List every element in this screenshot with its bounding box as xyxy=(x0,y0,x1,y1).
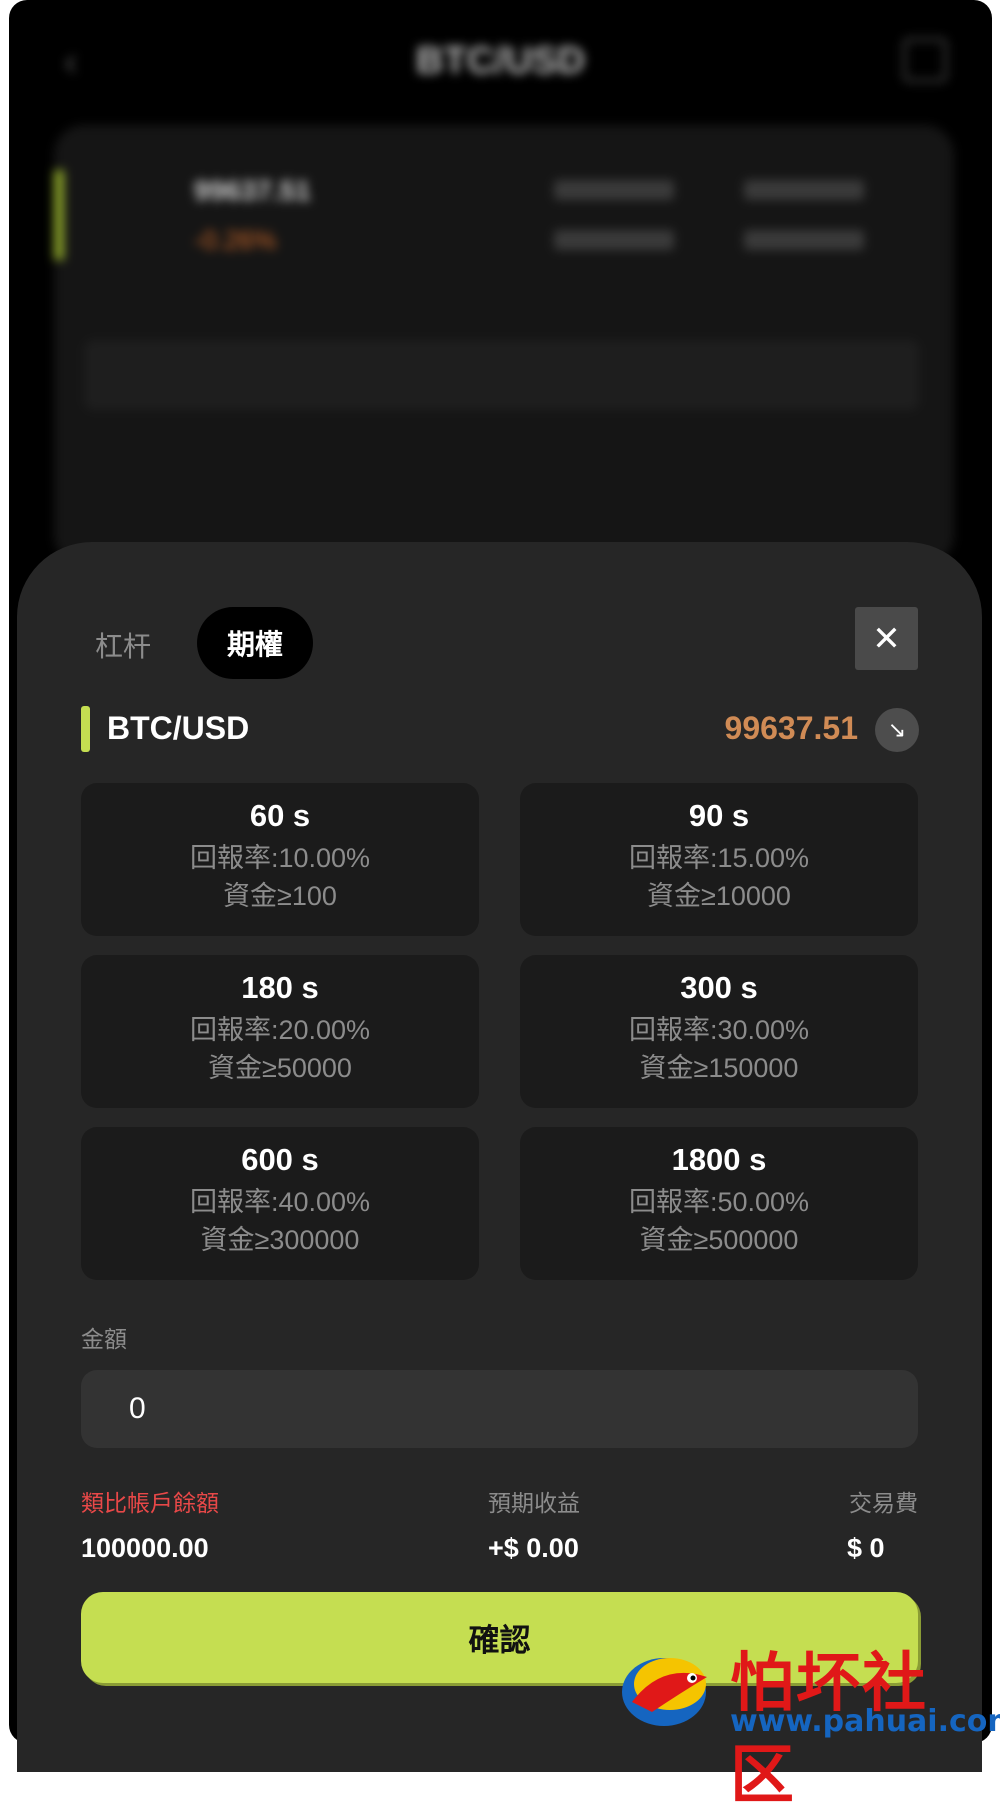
close-button[interactable]: ✕ xyxy=(855,607,918,670)
amount-label: 金額 xyxy=(81,1326,127,1352)
bg-price: 99637.51 xyxy=(194,175,311,206)
fee-label: 交易費 xyxy=(849,1490,918,1516)
bg-title: BTC/USD xyxy=(416,40,585,82)
option-duration: 180 s xyxy=(241,970,319,1005)
option-rate: 回報率:10.00% xyxy=(189,843,371,873)
option-min-fund: 資金≥100 xyxy=(223,881,337,911)
option-rate: 回報率:50.00% xyxy=(628,1187,810,1217)
bg-stat xyxy=(744,180,864,200)
option-min-fund: 資金≥300000 xyxy=(200,1225,360,1255)
option-duration: 90 s xyxy=(688,798,750,833)
bg-stat xyxy=(744,230,864,250)
close-icon: ✕ xyxy=(872,619,901,658)
home-icon xyxy=(903,38,947,82)
symbol-accent-bar xyxy=(81,706,90,752)
option-min-fund: 資金≥50000 xyxy=(208,1053,352,1083)
option-rate: 回報率:20.00% xyxy=(189,1015,371,1045)
tab-option[interactable]: 期權 xyxy=(197,607,313,679)
bg-header: ‹ BTC/USD xyxy=(9,0,992,120)
bg-accent-bar xyxy=(54,170,64,260)
fish-logo-icon xyxy=(622,1658,707,1726)
watermark: 怕坏社区 www.pahuai.com xyxy=(612,1632,1000,1813)
fee-value: $ 0 xyxy=(847,1533,885,1563)
bg-change: -0.26% xyxy=(194,225,277,255)
option-card-90s[interactable]: 90 s 回報率:15.00% 資金≥10000 xyxy=(520,783,918,936)
bg-stat xyxy=(554,230,674,250)
option-duration: 300 s xyxy=(680,970,758,1005)
option-card-180s[interactable]: 180 s 回報率:20.00% 資金≥50000 xyxy=(81,955,479,1108)
amount-input[interactable] xyxy=(81,1370,918,1448)
balance-label: 類比帳戶餘額 xyxy=(81,1490,219,1516)
expected-profit-value: +$ 0.00 xyxy=(488,1533,579,1563)
arrow-down-right-icon: ↘ xyxy=(875,708,919,752)
bg-stat xyxy=(554,180,674,200)
option-rate: 回報率:15.00% xyxy=(628,843,810,873)
option-card-60s[interactable]: 60 s 回報率:10.00% 資金≥100 xyxy=(81,783,479,936)
symbol-label: BTC/USD xyxy=(107,710,250,746)
option-duration: 1800 s xyxy=(671,1142,767,1177)
option-rate: 回報率:30.00% xyxy=(628,1015,810,1045)
bg-timeframe-tabs xyxy=(84,340,919,410)
option-min-fund: 資金≥150000 xyxy=(639,1053,799,1083)
option-card-300s[interactable]: 300 s 回報率:30.00% 資金≥150000 xyxy=(520,955,918,1108)
bg-price-card: 99637.51 -0.26% xyxy=(54,125,954,565)
option-card-600s[interactable]: 600 s 回報率:40.00% 資金≥300000 xyxy=(81,1127,479,1280)
option-rate: 回報率:40.00% xyxy=(189,1187,371,1217)
option-min-fund: 資金≥500000 xyxy=(639,1225,799,1255)
expected-profit-label: 預期收益 xyxy=(488,1490,580,1516)
option-duration: 600 s xyxy=(241,1142,319,1177)
tab-leverage[interactable]: 杠杆 xyxy=(95,625,151,665)
option-min-fund: 資金≥10000 xyxy=(647,881,791,911)
option-duration: 60 s xyxy=(249,798,311,833)
watermark-url: www.pahuai.com xyxy=(730,1704,1000,1739)
current-price: 99637.51 xyxy=(724,710,858,746)
balance-value: 100000.00 xyxy=(81,1533,209,1563)
option-card-1800s[interactable]: 1800 s 回報率:50.00% 資金≥500000 xyxy=(520,1127,918,1280)
